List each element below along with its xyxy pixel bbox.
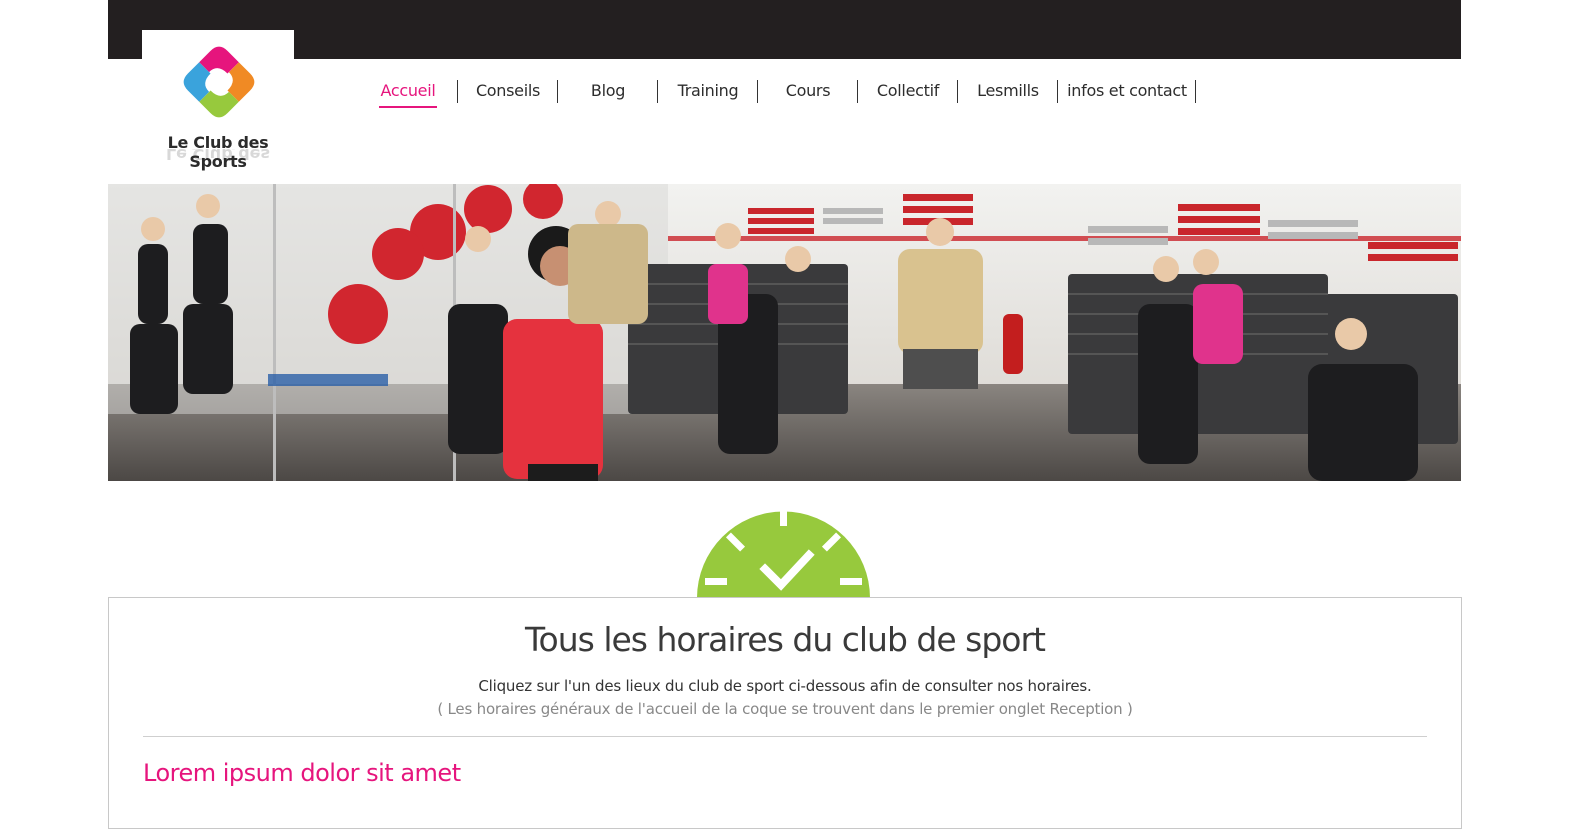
nav-item-training[interactable]: Training	[658, 78, 758, 104]
nav-item-lesmills[interactable]: Lesmills	[958, 78, 1058, 104]
schedule-panel: Tous les horaires du club de sport Cliqu…	[108, 597, 1462, 829]
nav-label: infos et contact	[1067, 81, 1187, 100]
nav-item-blog[interactable]: Blog	[558, 78, 658, 104]
nav-item-collectif[interactable]: Collectif	[858, 78, 958, 104]
nav-label: Cours	[785, 81, 831, 100]
divider	[143, 736, 1427, 737]
schedule-subtitle: Cliquez sur l'un des lieux du club de sp…	[478, 677, 1092, 695]
nav-item-accueil[interactable]: Accueil	[358, 78, 458, 108]
schedule-note: ( Les horaires généraux de l'accueil de …	[437, 700, 1133, 718]
nav-divider	[1195, 80, 1196, 103]
logo-reflection: Le Club des Sports	[165, 149, 271, 160]
clock-check-icon	[697, 504, 870, 598]
hero-banner	[108, 184, 1461, 481]
active-underline	[379, 106, 437, 108]
nav-label: Conseils	[475, 81, 541, 100]
top-bar	[108, 0, 1461, 59]
site-logo[interactable]: Le Club des Sports Le Club des Sports	[142, 30, 294, 171]
nav-label: Blog	[590, 81, 626, 100]
nav-label: Training	[677, 81, 739, 100]
nav-item-infos-contact[interactable]: infos et contact	[1058, 78, 1196, 104]
fitness-class-photo	[108, 184, 1461, 481]
nav-label: Collectif	[876, 81, 940, 100]
page-title: Tous les horaires du club de sport	[525, 620, 1046, 659]
nav-label: Lesmills	[977, 81, 1039, 100]
nav-item-conseils[interactable]: Conseils	[458, 78, 558, 104]
nav-item-cours[interactable]: Cours	[758, 78, 858, 104]
section-heading: Lorem ipsum dolor sit amet	[143, 759, 461, 787]
nav-label: Accueil	[380, 81, 436, 100]
main-navigation: Accueil Conseils Blog Training Cours Col…	[358, 78, 1196, 108]
logo-icon	[183, 46, 255, 118]
